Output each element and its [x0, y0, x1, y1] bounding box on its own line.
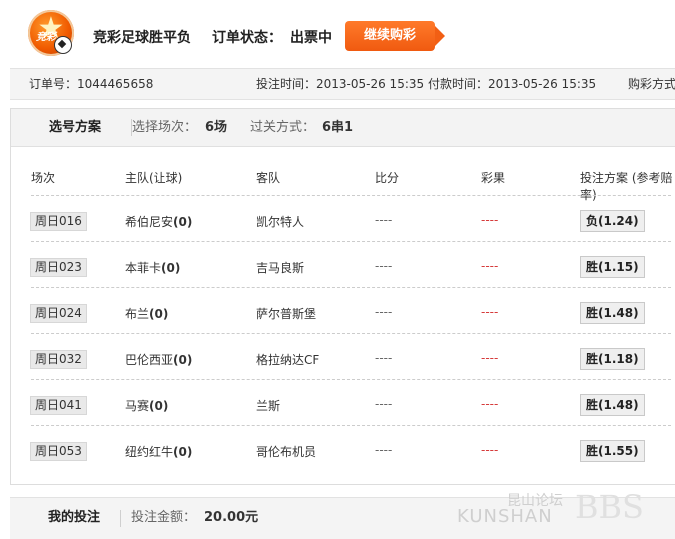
table-row: 周日032 巴伦西亚(0) 格拉纳达CF ---- ---- 胜(1.18): [11, 335, 675, 381]
score: ----: [375, 351, 393, 365]
divider: [120, 510, 121, 527]
order-status-label: 订单状态：: [212, 30, 282, 46]
logo-text: 竞彩: [36, 32, 56, 43]
order-header: ★ 竞彩 竞彩足球胜平负 订单状态： 出票中 继续购彩: [0, 0, 675, 70]
matches-label: 选择场次：: [132, 120, 198, 135]
table-header: 场次 主队(让球) 客队 比分 彩果 投注方案 (参考赔率): [11, 169, 675, 202]
col-header-score: 比分: [375, 171, 400, 185]
order-status-value: 出票中: [290, 30, 332, 46]
selection-title: 选号方案: [49, 120, 102, 135]
result: ----: [481, 259, 499, 273]
result: ----: [481, 351, 499, 365]
col-header-result: 彩果: [481, 171, 506, 185]
table-row: 周日024 布兰(0) 萨尔普斯堡 ---- ---- 胜(1.48): [11, 289, 675, 335]
divider: [31, 241, 671, 242]
my-bet-title: 我的投注: [48, 510, 101, 525]
matches-value: 6场: [205, 120, 228, 135]
watermark-bbs: BBS: [575, 488, 644, 526]
divider: [31, 287, 671, 288]
pass-type-label: 过关方式：: [250, 120, 316, 135]
table-row: 周日041 马赛(0) 兰斯 ---- ---- 胜(1.48): [11, 381, 675, 427]
order-info-bar: 订单号：1044465658 投注时间：2013-05-26 15:35 付款时…: [10, 68, 675, 100]
result: ----: [481, 397, 499, 411]
col-header-away: 客队: [256, 171, 281, 185]
result: ----: [481, 305, 499, 319]
col-header-match: 场次: [31, 171, 56, 185]
buy-mode: 购彩方式: [628, 77, 675, 91]
table-row: 周日053 纽约红牛(0) 哥伦布机员 ---- ---- 胜(1.55): [11, 427, 675, 473]
selection-panel-header: 选号方案 选择场次： 6场 过关方式： 6串1: [11, 109, 675, 147]
score: ----: [375, 259, 393, 273]
match-number: 周日023: [30, 258, 87, 277]
away-team: 兰斯: [256, 399, 281, 413]
lottery-type-title: 竞彩足球胜平负: [93, 30, 191, 46]
match-number: 周日032: [30, 350, 87, 369]
home-team: 布兰(0): [125, 307, 169, 321]
selection-panel: 选号方案 选择场次： 6场 过关方式： 6串1 场次 主队(让球) 客队 比分 …: [10, 108, 675, 485]
result: ----: [481, 443, 499, 457]
continue-buy-button[interactable]: 继续购彩: [345, 21, 445, 51]
col-header-home: 主队(让球): [125, 171, 183, 185]
home-team: 马赛(0): [125, 399, 169, 413]
bet-amount-label: 投注金额：: [131, 510, 197, 525]
score: ----: [375, 443, 393, 457]
soccer-ball-icon: [54, 36, 72, 54]
divider: [31, 379, 671, 380]
score: ----: [375, 397, 393, 411]
bet-plan-badge: 胜(1.18): [580, 348, 645, 370]
match-number: 周日053: [30, 442, 87, 461]
home-team: 本菲卡(0): [125, 261, 181, 275]
home-team: 巴伦西亚(0): [125, 353, 193, 367]
match-number: 周日016: [30, 212, 87, 231]
divider: [31, 195, 671, 196]
bet-plan-badge: 胜(1.48): [580, 302, 645, 324]
away-team: 凯尔特人: [256, 215, 305, 229]
watermark-en: KUNSHAN: [457, 506, 553, 527]
away-team: 吉马良斯: [256, 261, 305, 275]
result: ----: [481, 213, 499, 227]
table-row: 周日023 本菲卡(0) 吉马良斯 ---- ---- 胜(1.15): [11, 243, 675, 289]
bet-plan-badge: 负(1.24): [580, 210, 645, 232]
away-team: 哥伦布机员: [256, 445, 317, 459]
jingcai-logo: ★ 竞彩: [28, 10, 74, 56]
bet-plan-badge: 胜(1.48): [580, 394, 645, 416]
forum-watermark: 昆山论坛 KUNSHAN BBS: [457, 488, 667, 528]
pass-type-value: 6串1: [322, 120, 354, 135]
bet-plan-badge: 胜(1.15): [580, 256, 645, 278]
divider: [31, 333, 671, 334]
match-number: 周日024: [30, 304, 87, 323]
home-team: 希伯尼安(0): [125, 215, 193, 229]
score: ----: [375, 213, 393, 227]
table-row: 周日016 希伯尼安(0) 凯尔特人 ---- ---- 负(1.24): [11, 197, 675, 243]
home-team: 纽约红牛(0): [125, 445, 193, 459]
away-team: 格拉纳达CF: [256, 353, 320, 367]
bet-amount-value: 20.00元: [204, 510, 259, 525]
pay-time: 付款时间：2013-05-26 15:35: [428, 77, 597, 91]
away-team: 萨尔普斯堡: [256, 307, 317, 321]
score: ----: [375, 305, 393, 319]
bet-time: 投注时间：2013-05-26 15:35: [256, 77, 425, 91]
order-number: 订单号：1044465658: [29, 77, 154, 91]
divider: [31, 425, 671, 426]
bet-plan-badge: 胜(1.55): [580, 440, 645, 462]
match-number: 周日041: [30, 396, 87, 415]
